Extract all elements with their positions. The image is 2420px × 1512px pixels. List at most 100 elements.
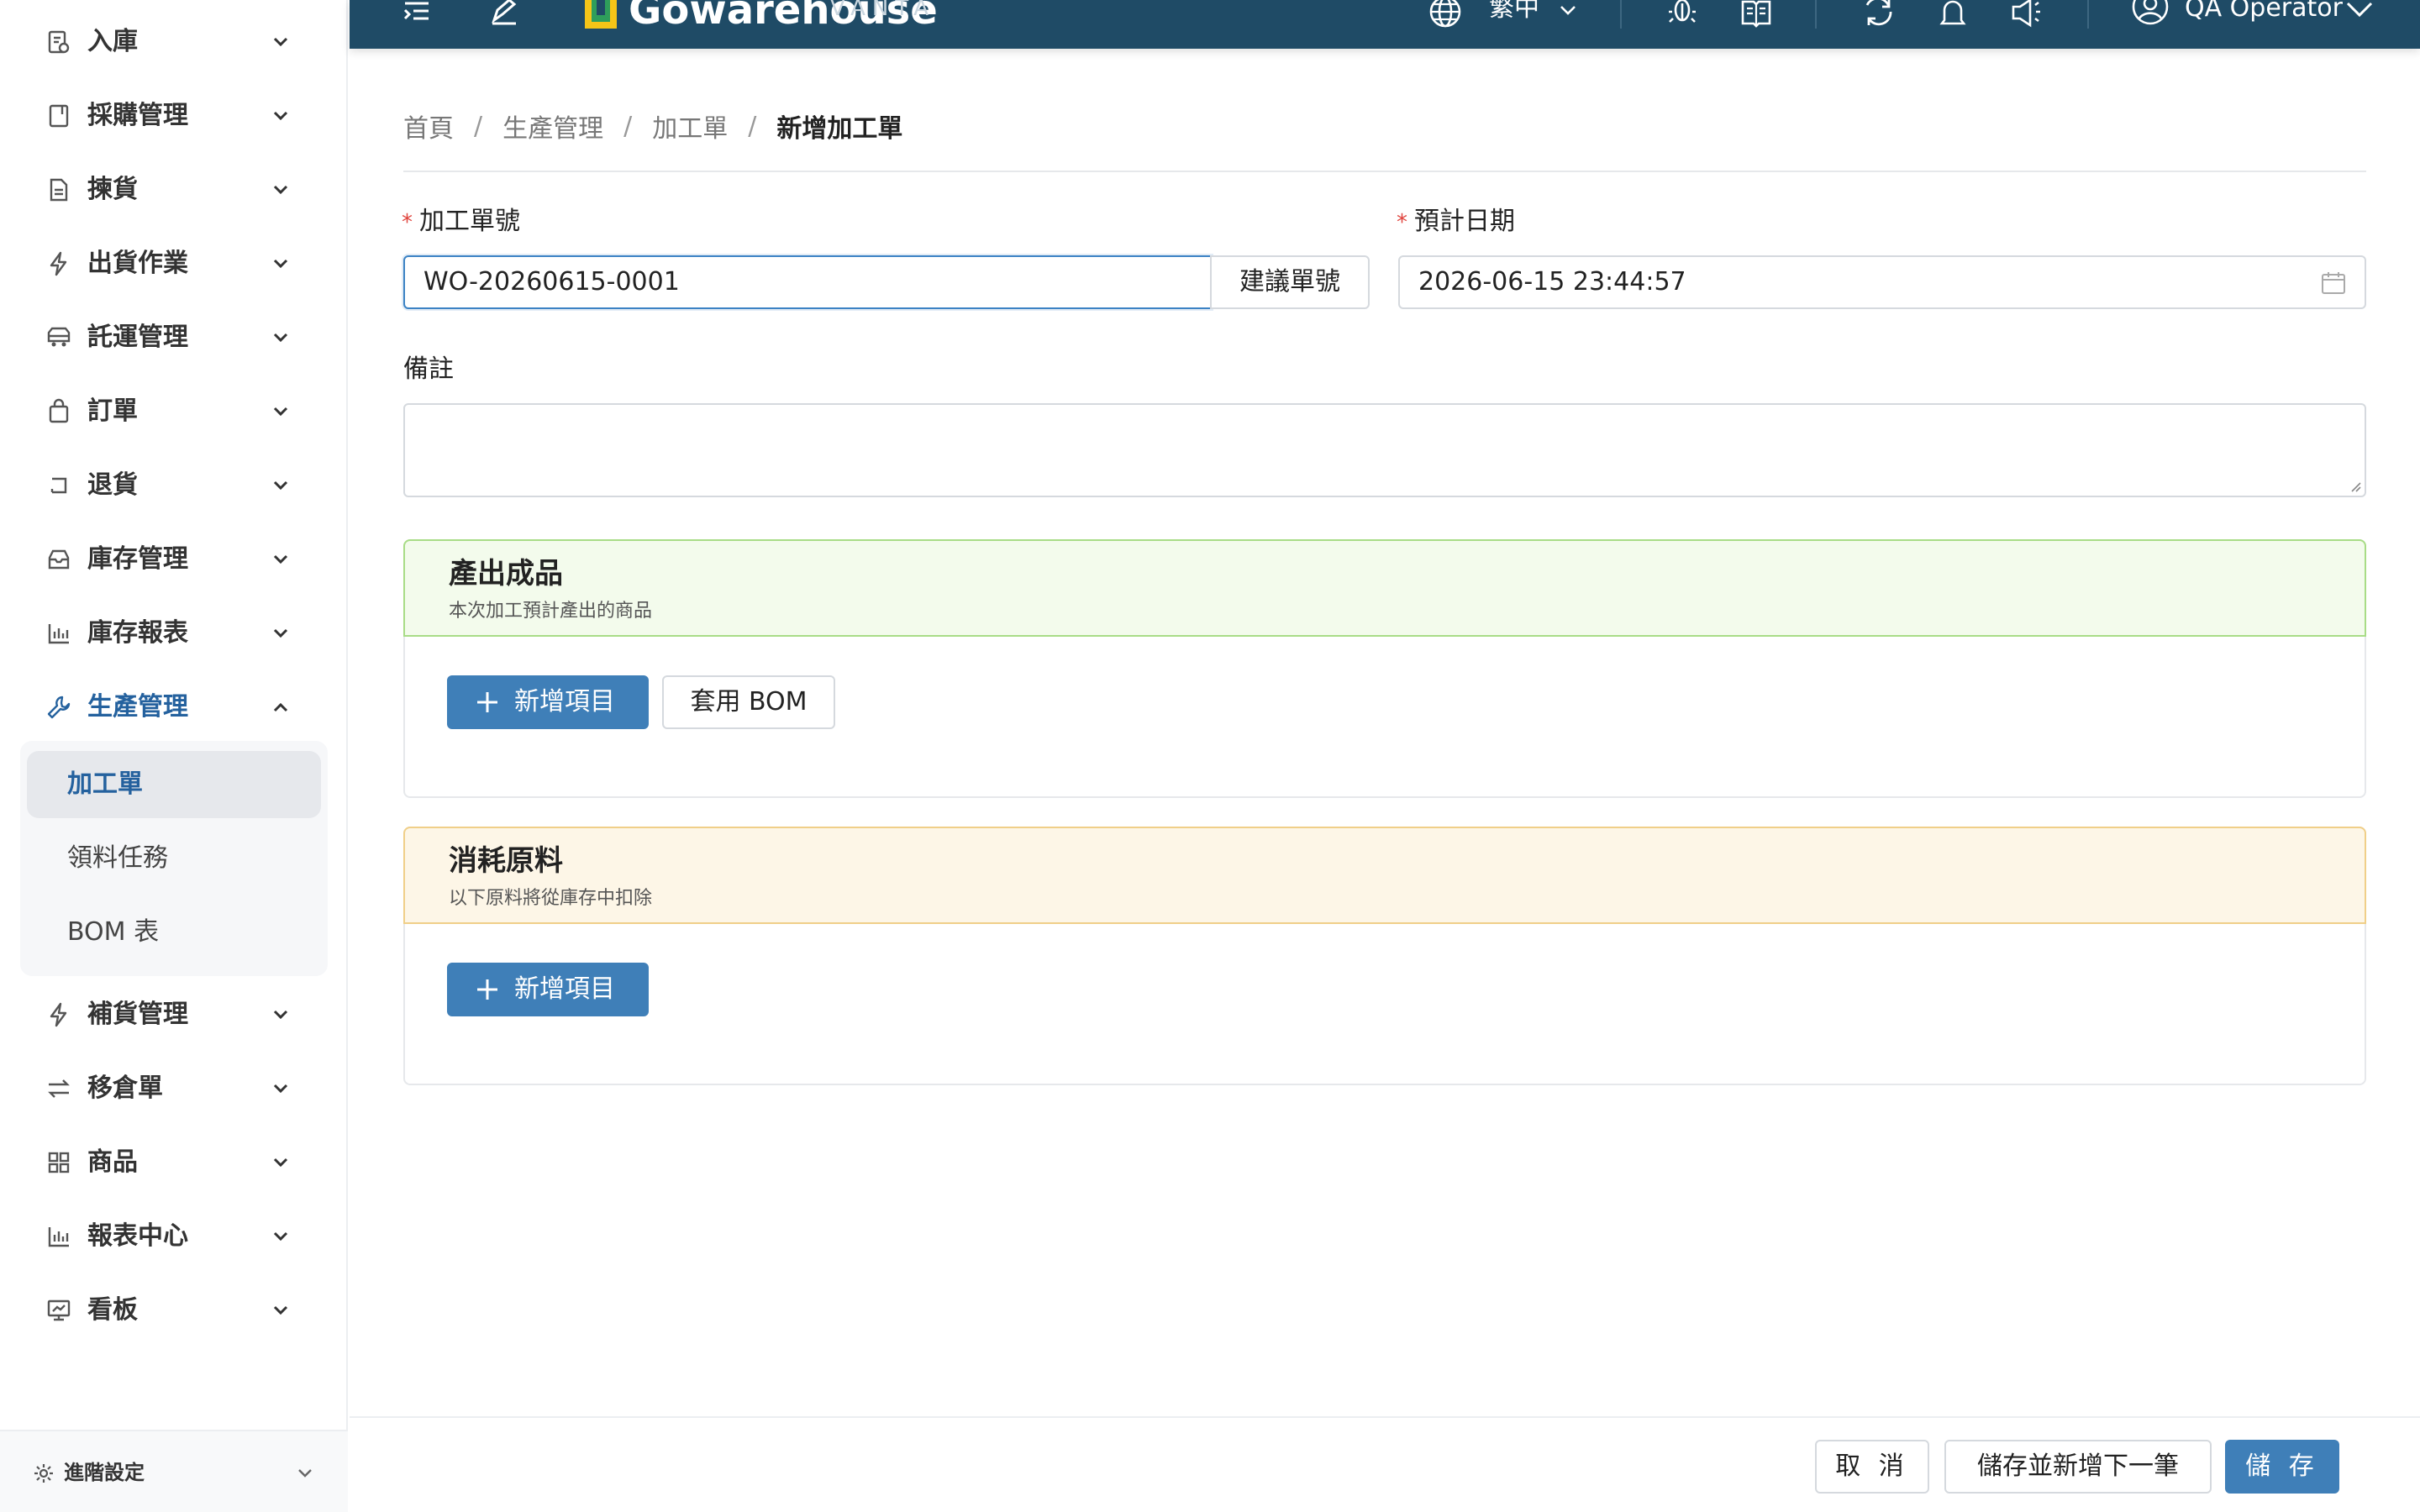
sidebar-item-replenish[interactable]: 補貨管理 xyxy=(0,976,348,1050)
advanced-settings-label: 進階設定 xyxy=(64,1461,145,1484)
chevron-down-icon xyxy=(273,407,288,417)
remark-textarea[interactable] xyxy=(403,403,2366,497)
sidebar-item-label: 報表中心 xyxy=(87,1221,188,1251)
chevron-down-icon xyxy=(273,1231,288,1242)
megaphone-icon[interactable] xyxy=(2010,0,2044,29)
sidebar-item-returns[interactable]: 退貨 xyxy=(0,447,348,521)
breadcrumb-production[interactable]: 生產管理 xyxy=(502,108,603,144)
sidebar-item-orders[interactable]: 訂單 xyxy=(0,373,348,447)
chevron-down-icon xyxy=(298,1469,312,1478)
sidebar-item-production[interactable]: 生產管理 xyxy=(0,669,348,743)
sidebar-item-picking[interactable]: 揀貨 xyxy=(0,151,348,225)
sidebar-item-products[interactable]: 商品 xyxy=(0,1124,348,1198)
header-divider xyxy=(1815,0,1817,29)
bar-chart-icon xyxy=(48,1227,69,1247)
add-output-item-button[interactable]: 新增項目 xyxy=(447,675,649,729)
chevron-down-icon xyxy=(273,37,288,47)
picking-icon xyxy=(50,178,68,202)
sidebar-item-inventory[interactable]: 庫存管理 xyxy=(0,521,348,595)
materials-card: 消耗原料 以下原料將從庫存中扣除 新增項目 xyxy=(403,827,2366,1085)
add-item-label: 新增項目 xyxy=(514,687,615,717)
wrench-icon xyxy=(47,696,71,719)
breadcrumb-separator: / xyxy=(748,111,757,141)
menu-toggle-icon[interactable] xyxy=(400,0,434,29)
sidebar-item-inventory-report[interactable]: 庫存報表 xyxy=(0,595,348,669)
required-mark: * xyxy=(1397,210,1407,235)
sidebar-item-label: 退貨 xyxy=(87,470,138,500)
advanced-settings-toggle[interactable]: 進階設定 xyxy=(0,1430,348,1512)
sidebar-item-label: 庫存報表 xyxy=(87,618,188,648)
sidebar-item-label: 託運管理 xyxy=(87,323,188,352)
globe-icon[interactable] xyxy=(1428,0,1462,29)
edit-icon[interactable] xyxy=(487,0,521,29)
calendar-icon xyxy=(2322,272,2345,294)
sidebar-item-transfer[interactable]: 移倉單 xyxy=(0,1050,348,1124)
transfer-icon xyxy=(48,1079,70,1098)
submenu-item-material-task[interactable]: 領料任務 xyxy=(27,825,321,892)
form-footer: 取 消 儲存並新增下一筆 儲 存 xyxy=(350,1416,2420,1512)
gear-icon xyxy=(34,1464,53,1483)
inbox-icon xyxy=(48,549,70,570)
add-material-item-button[interactable]: 新增項目 xyxy=(447,963,649,1016)
output-products-header: 產出成品 本次加工預計產出的商品 xyxy=(403,539,2366,637)
sidebar-item-label: 生產管理 xyxy=(87,692,188,722)
output-products-title: 產出成品 xyxy=(449,557,563,591)
bag-icon xyxy=(49,398,69,423)
save-button[interactable]: 儲 存 xyxy=(2225,1440,2339,1494)
sidebar-item-label: 入庫 xyxy=(87,27,138,56)
date-input-value: 2026-06-15 23:44:57 xyxy=(1418,267,1686,297)
submenu-item-label: BOM 表 xyxy=(67,917,160,947)
cancel-button[interactable]: 取 消 xyxy=(1815,1440,1929,1494)
user-icon[interactable] xyxy=(2131,0,2170,29)
sidebar-item-report-center[interactable]: 報表中心 xyxy=(0,1198,348,1272)
chevron-down-icon[interactable] xyxy=(2343,0,2376,29)
refresh-icon[interactable] xyxy=(1862,0,1896,29)
sidebar-item-consignment[interactable]: 託運管理 xyxy=(0,299,348,373)
breadcrumb: 首頁 / 生產管理 / 加工單 / 新增加工單 xyxy=(403,108,902,144)
sidebar-item-shipping[interactable]: 出貨作業 xyxy=(0,225,348,299)
sidebar: 入庫 採購管理 揀貨 出貨作業 託運管理 訂單 退貨 庫存管理 庫存報表 生產管… xyxy=(0,0,348,1512)
sidebar-item-label: 出貨作業 xyxy=(87,249,188,278)
chevron-down-icon xyxy=(273,259,288,269)
submenu-item-label: 加工單 xyxy=(67,769,143,799)
save-and-next-button[interactable]: 儲存並新增下一筆 xyxy=(1944,1440,2212,1494)
order-no-label: * 加工單號 xyxy=(402,205,520,239)
sidebar-item-purchase[interactable]: 採購管理 xyxy=(0,77,348,151)
sidebar-item-label: 訂單 xyxy=(87,396,138,426)
grid-icon xyxy=(48,1152,70,1173)
apply-bom-button[interactable]: 套用 BOM xyxy=(662,675,835,729)
submenu-item-work-order[interactable]: 加工單 xyxy=(27,751,321,818)
bug-icon[interactable] xyxy=(1665,0,1699,29)
date-input[interactable]: 2026-06-15 23:44:57 xyxy=(1398,255,2366,309)
sidebar-item-label: 補貨管理 xyxy=(87,1000,188,1029)
sidebar-item-dashboard[interactable]: 看板 xyxy=(0,1272,348,1346)
submenu-item-bom[interactable]: BOM 表 xyxy=(27,899,321,966)
plus-icon xyxy=(477,979,497,1000)
breadcrumb-home[interactable]: 首頁 xyxy=(403,108,454,144)
sidebar-item-label: 看板 xyxy=(87,1295,138,1325)
return-icon xyxy=(50,477,67,494)
required-mark: * xyxy=(402,210,413,235)
sidebar-item-inbound[interactable]: 入庫 xyxy=(0,3,348,77)
chevron-down-icon[interactable] xyxy=(1556,0,1580,29)
lightning-icon xyxy=(50,1002,67,1027)
purchase-icon xyxy=(49,104,69,128)
resize-grip-icon[interactable] xyxy=(2348,479,2361,492)
order-no-label-text: 加工單號 xyxy=(419,207,520,236)
production-submenu: 加工單 領料任務 BOM 表 xyxy=(20,741,328,976)
output-products-card: 產出成品 本次加工預計產出的商品 新增項目 套用 BOM xyxy=(403,539,2366,798)
book-icon[interactable] xyxy=(1739,0,1773,29)
chevron-down-icon xyxy=(273,185,288,195)
bell-icon[interactable] xyxy=(1936,0,1970,29)
chevron-down-icon xyxy=(273,333,288,343)
sidebar-item-label: 採購管理 xyxy=(87,101,188,130)
language-selector[interactable]: 繁中 xyxy=(1489,0,1539,25)
breadcrumb-separator: / xyxy=(623,111,633,141)
breadcrumb-work-order[interactable]: 加工單 xyxy=(652,108,728,144)
order-no-input[interactable]: WO-20260615-0001 xyxy=(403,255,1212,309)
header-divider xyxy=(1620,0,1622,29)
date-label: * 預計日期 xyxy=(1397,205,1515,239)
plus-icon xyxy=(477,692,497,712)
suggest-order-no-button[interactable]: 建議單號 xyxy=(1210,255,1370,309)
user-menu[interactable]: QA Operator xyxy=(2185,0,2343,25)
